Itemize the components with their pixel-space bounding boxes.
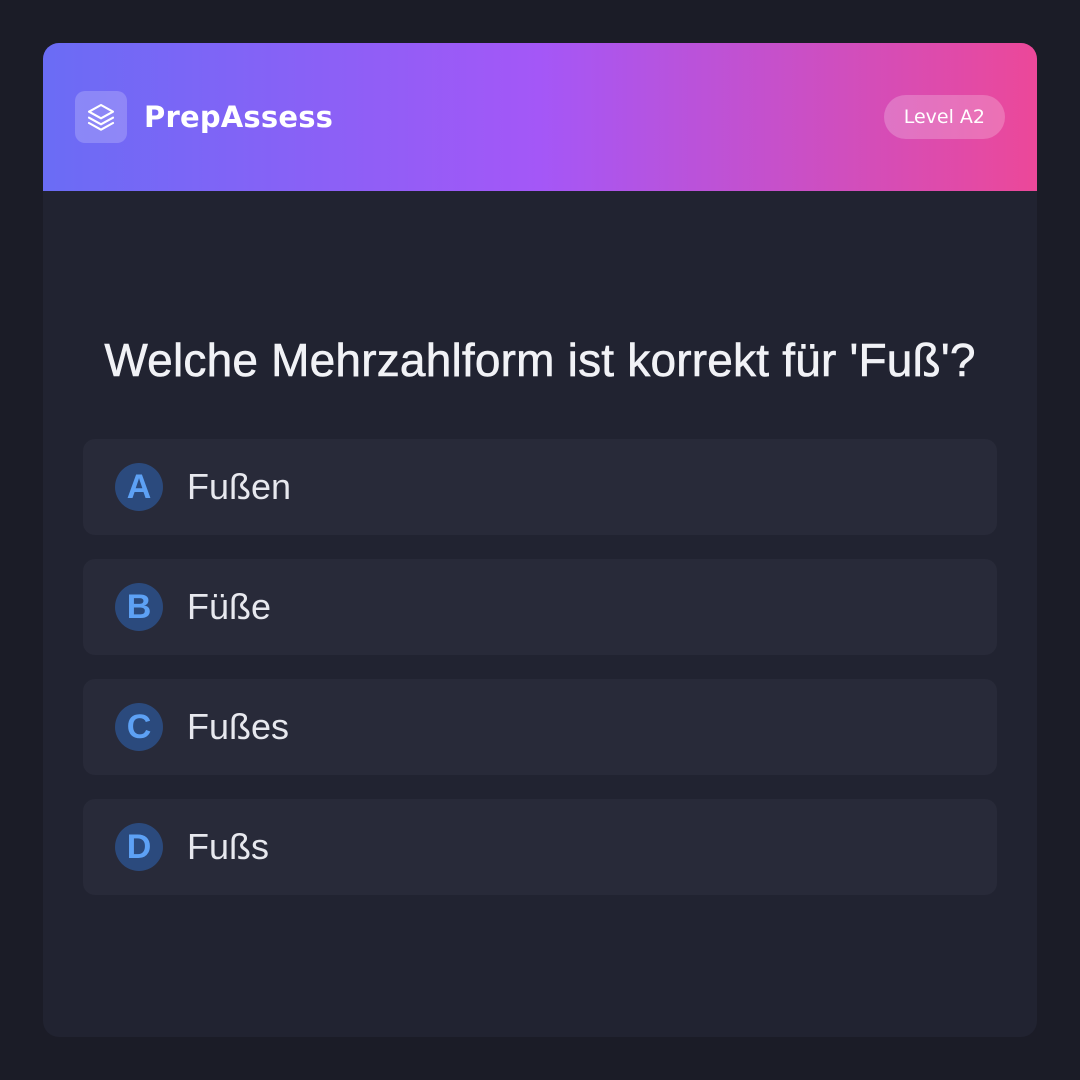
brand-name: PrepAssess <box>144 100 334 134</box>
answer-option-b[interactable]: B Füße <box>83 559 997 655</box>
option-letter-badge: C <box>115 703 163 751</box>
option-letter-badge: B <box>115 583 163 631</box>
layers-icon <box>75 91 127 143</box>
app-header: PrepAssess Level A2 <box>43 43 1037 191</box>
quiz-card: PrepAssess Level A2 Welche Mehrzahlform … <box>43 43 1037 1037</box>
answer-option-a[interactable]: A Fußen <box>83 439 997 535</box>
option-text: Fußs <box>187 826 270 867</box>
level-badge: Level A2 <box>883 95 1005 139</box>
answer-option-c[interactable]: C Fußes <box>83 679 997 775</box>
option-text: Füße <box>187 586 272 627</box>
option-letter-badge: A <box>115 463 163 511</box>
option-letter-badge: D <box>115 823 163 871</box>
answer-option-d[interactable]: D Fußs <box>83 799 997 895</box>
answer-options: A Fußen B Füße C Fußes D Fußs <box>43 439 1037 895</box>
option-text: Fußen <box>187 466 292 507</box>
brand: PrepAssess <box>75 91 333 143</box>
question-text: Welche Mehrzahlform ist korrekt für 'Fuß… <box>104 334 976 387</box>
option-text: Fußes <box>187 706 290 747</box>
